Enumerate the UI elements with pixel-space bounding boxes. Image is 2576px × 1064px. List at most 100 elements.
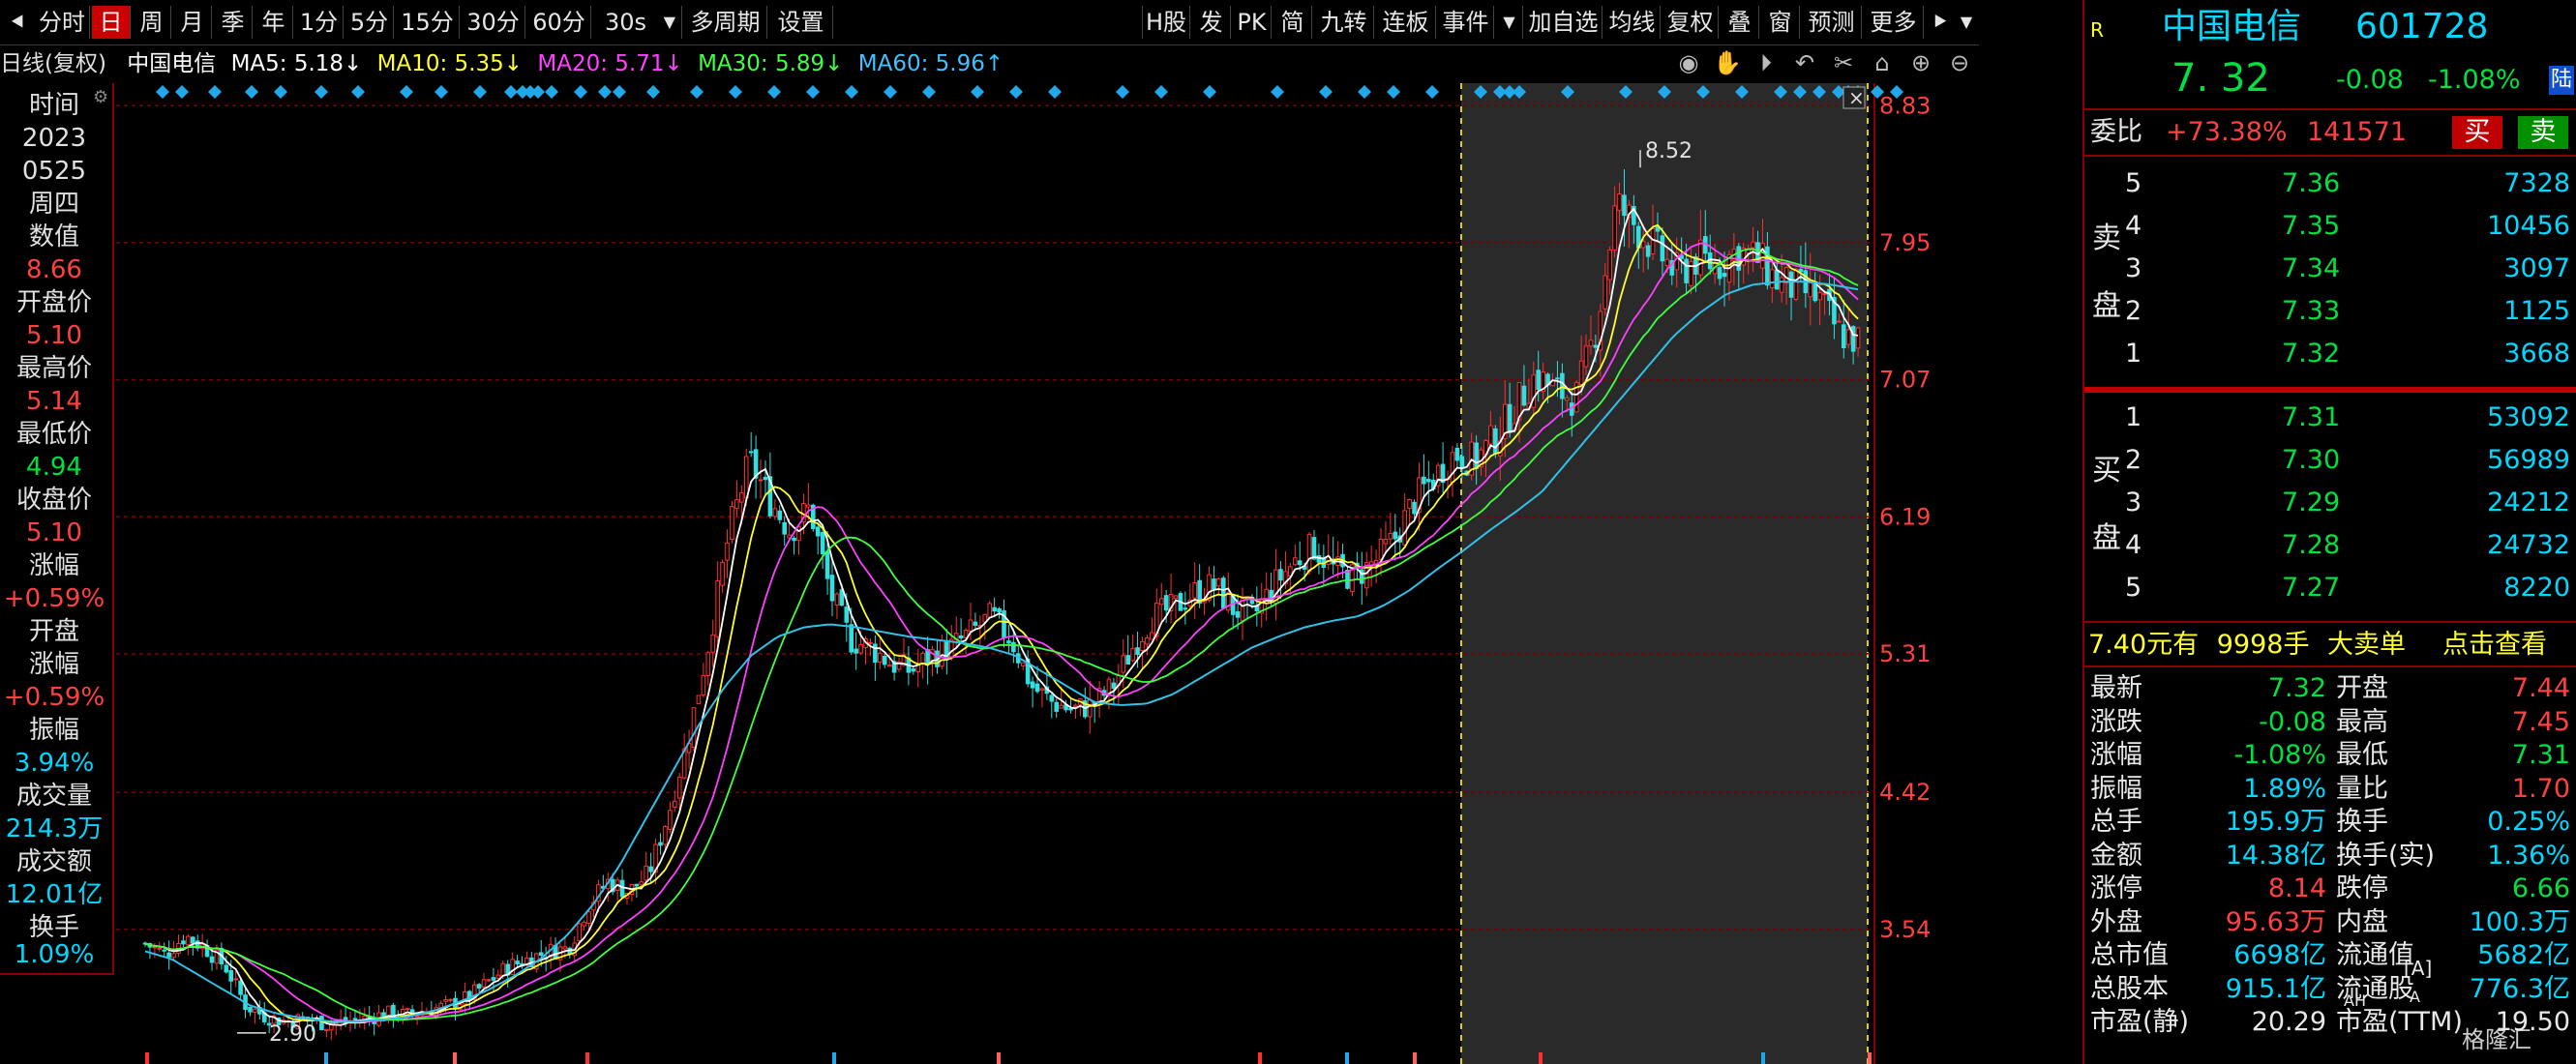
candle-body[interactable] [1212, 578, 1216, 590]
candle-body[interactable] [562, 946, 568, 950]
candle-body[interactable] [1087, 698, 1093, 718]
play-icon[interactable]: ⏵ [1752, 48, 1781, 77]
bid-row[interactable]: 4 7.28 24732 [2084, 528, 2576, 562]
candle-body[interactable] [238, 980, 243, 995]
candle-body[interactable] [191, 936, 195, 944]
candle-body[interactable] [968, 619, 973, 632]
big-order-notice[interactable]: 7.40元有 9998手 大卖单 [2088, 629, 2406, 662]
candle-body[interactable] [882, 656, 887, 665]
tab-month[interactable]: 月 [173, 6, 212, 39]
sell-button[interactable]: 卖 [2518, 116, 2568, 149]
lugu-badge[interactable]: 陆 [2549, 66, 2574, 95]
candle-body[interactable] [691, 707, 697, 749]
candle-body[interactable] [1640, 241, 1646, 249]
candle-body[interactable] [352, 1018, 358, 1020]
forecast-button[interactable]: 预测 [1802, 6, 1862, 39]
candle-body[interactable] [1111, 682, 1117, 690]
candle-body[interactable] [1006, 640, 1011, 644]
candle-body[interactable] [1578, 360, 1584, 385]
candle-body[interactable] [844, 606, 850, 623]
candle-body[interactable] [763, 476, 768, 481]
candle-body[interactable] [1822, 293, 1827, 296]
candle-body[interactable] [500, 962, 506, 977]
settings-button[interactable]: 设置 [769, 6, 833, 39]
toolbar-dropdown-icon[interactable]: ▼ [1955, 6, 1978, 39]
fa-button[interactable]: 发 [1192, 6, 1231, 39]
window-button[interactable]: 窗 [1761, 6, 1800, 39]
candle-body[interactable] [186, 935, 191, 946]
tab-1min[interactable]: 1分 [295, 6, 344, 39]
candle-body[interactable] [538, 952, 544, 956]
candle-body[interactable] [1158, 598, 1164, 606]
candle-body[interactable] [1278, 569, 1283, 581]
candle-body[interactable] [1607, 249, 1612, 281]
candle-body[interactable] [792, 537, 796, 542]
bid-row[interactable]: 5 7.27 8220 [2084, 571, 2576, 605]
candle-body[interactable] [1068, 708, 1073, 711]
candle-body[interactable] [777, 510, 783, 520]
candle-body[interactable] [973, 621, 978, 626]
candle-body[interactable] [224, 964, 229, 973]
candle-body[interactable] [1150, 632, 1154, 640]
candle-body[interactable] [1049, 695, 1055, 702]
candle-body[interactable] [1817, 292, 1822, 301]
candle-body[interactable] [1306, 534, 1312, 573]
simple-button[interactable]: 简 [1273, 6, 1312, 39]
candle-body[interactable] [1459, 456, 1465, 469]
candle-body[interactable] [1837, 320, 1842, 323]
candle-body[interactable] [668, 810, 673, 830]
add-watchlist-button[interactable]: 加自选 [1525, 6, 1603, 39]
candle-body[interactable] [1393, 531, 1398, 540]
candle-body[interactable] [1812, 283, 1817, 302]
adjust-button[interactable]: 复权 [1662, 6, 1719, 39]
candle-body[interactable] [1173, 595, 1179, 600]
candle-body[interactable] [481, 979, 487, 988]
candle-body[interactable] [1059, 704, 1063, 709]
candle-body[interactable] [495, 974, 501, 979]
candle-body[interactable] [639, 881, 644, 886]
candle-body[interactable] [319, 1016, 324, 1031]
ask-row[interactable]: 3 7.34 3097 [2084, 251, 2576, 285]
kline-chart[interactable]: 8.83 7.95 7.07 6.19 5.31 4.42 3.54 8.52 2.90 × [116, 83, 1974, 1064]
tab-day[interactable]: 日 [92, 6, 131, 39]
tab-week[interactable]: 周 [133, 6, 171, 39]
candle-body[interactable] [878, 652, 883, 663]
candle-body[interactable] [772, 508, 778, 517]
candle-body[interactable] [1645, 245, 1651, 257]
zoom-out-icon[interactable]: ⊖ [1945, 48, 1974, 77]
candle-body[interactable] [958, 635, 964, 639]
candle-body[interactable] [209, 956, 215, 963]
overlay-button[interactable]: 叠 [1721, 6, 1759, 39]
panel-settings-icon[interactable]: ⚙ [93, 87, 112, 107]
candle-body[interactable] [1125, 655, 1130, 665]
candle-body[interactable] [1783, 266, 1789, 284]
candle-body[interactable] [1751, 241, 1755, 249]
candle-body[interactable] [1292, 557, 1298, 566]
bid-row[interactable]: 1 7.31 53092 [2084, 400, 2576, 434]
candle-body[interactable] [1235, 611, 1241, 618]
candle-body[interactable] [725, 542, 730, 561]
tab-year[interactable]: 年 [255, 6, 293, 39]
candle-body[interactable] [634, 883, 640, 887]
candle-body[interactable] [1770, 269, 1775, 289]
candle-body[interactable] [1722, 273, 1727, 278]
candle-body[interactable] [854, 648, 858, 654]
candle-body[interactable] [1660, 235, 1665, 262]
candle-body[interactable] [997, 607, 1002, 613]
candle-body[interactable] [720, 562, 725, 586]
candle-body[interactable] [1145, 637, 1150, 645]
candle-body[interactable] [1121, 655, 1126, 673]
candle-body[interactable] [696, 695, 702, 705]
candle-body[interactable] [1422, 476, 1426, 485]
candle-body[interactable] [233, 978, 238, 981]
candle-body[interactable] [448, 998, 453, 1001]
candle-body[interactable] [1020, 662, 1026, 666]
candle-body[interactable] [1760, 243, 1765, 269]
candle-body[interactable] [1689, 260, 1693, 286]
pk-button[interactable]: PK [1233, 6, 1272, 39]
candle-body[interactable] [476, 984, 482, 989]
period-dropdown[interactable]: 30s ▼ [593, 6, 682, 39]
candle-body[interactable] [1221, 577, 1226, 608]
candle-body[interactable] [1407, 498, 1412, 510]
ask-row[interactable]: 4 7.35 10456 [2084, 209, 2576, 243]
